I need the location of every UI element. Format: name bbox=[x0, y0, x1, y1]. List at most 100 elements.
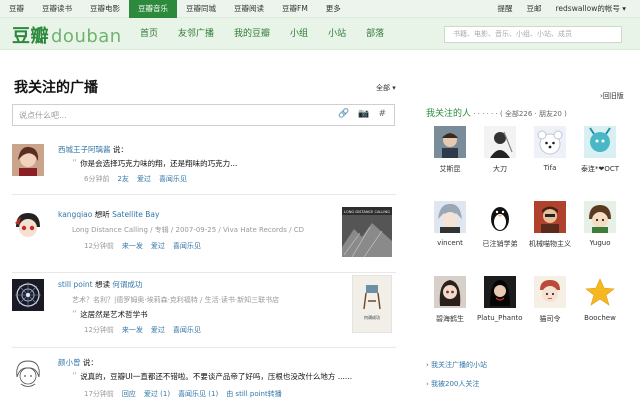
album-cover-title: LONG DISTANCE CALLING bbox=[344, 210, 390, 214]
album-cover[interactable]: LONG DISTANCE CALLING bbox=[342, 207, 392, 257]
topnav-movie[interactable]: 豆瓣电影 bbox=[81, 0, 129, 18]
user-avatar bbox=[484, 201, 516, 233]
camera-icon[interactable]: 📷 bbox=[358, 109, 369, 119]
reply-link[interactable]: 回应 bbox=[122, 389, 136, 399]
status-quote-text: 说真的，豆瓣UI一直都还不错啦。不要谈产品帝了好吗，压根也没改什么地方 ....… bbox=[80, 372, 353, 381]
nav-sites[interactable]: 小站 bbox=[318, 18, 356, 50]
following-user[interactable]: Tifa bbox=[527, 126, 573, 172]
followers-link[interactable]: › 我被200人关注 bbox=[426, 379, 479, 389]
quote-mark-icon: “ bbox=[72, 158, 78, 169]
topnav-fm[interactable]: 豆瓣FM bbox=[273, 0, 317, 18]
status-header: still point 想读 何谓成功 bbox=[58, 279, 142, 290]
topic-icon[interactable]: # bbox=[378, 109, 386, 119]
status-object-link[interactable]: Satellite Bay bbox=[112, 210, 159, 219]
mail-link[interactable]: 豆邮 bbox=[527, 0, 542, 18]
douban-logo[interactable]: 豆瓣 douban bbox=[12, 22, 122, 48]
share-link[interactable]: 喜闻乐见 bbox=[159, 174, 187, 184]
status-verb: 想听 bbox=[94, 210, 110, 219]
nav-my-douban[interactable]: 我的豆瓣 bbox=[224, 18, 280, 50]
following-name: Boochew bbox=[584, 314, 616, 322]
user-avatar bbox=[534, 126, 566, 158]
post-input[interactable]: 说点什么吧... 🔗 📷 # bbox=[12, 104, 395, 126]
reply-link[interactable]: 来一发 bbox=[122, 325, 143, 335]
following-title: 我关注的人 · · · · · · ( 全部226 · 朋友20 ) bbox=[426, 106, 567, 119]
like-link[interactable]: 爱过 bbox=[151, 325, 165, 335]
site-switcher: 豆瓣 豆瓣读书 豆瓣电影 豆瓣音乐 豆瓣同城 豆瓣阅读 豆瓣FM 更多 bbox=[0, 0, 350, 18]
following-user[interactable]: 已注销学弟 bbox=[477, 201, 523, 249]
page-title: 我关注的广播 bbox=[14, 80, 98, 96]
following-user[interactable]: Boochew bbox=[577, 276, 623, 322]
following-name: 碧海鹤生 bbox=[436, 315, 464, 323]
nav-groups[interactable]: 小组 bbox=[280, 18, 318, 50]
account-menu: 提醒 豆邮 redswallow的帐号 ▾ bbox=[498, 0, 626, 18]
status-meta: Long Distance Calling / 专辑 / 2007-09-25 … bbox=[72, 226, 304, 234]
following-user[interactable]: 机械喵物主义 bbox=[527, 201, 573, 249]
status-time[interactable]: 12分钟前 bbox=[84, 241, 114, 251]
status-time[interactable]: 6分钟前 bbox=[84, 174, 109, 184]
user-avatar bbox=[434, 126, 466, 158]
following-user[interactable]: Platu_Phantom bbox=[477, 276, 523, 322]
following-count[interactable]: ( 全部226 · 朋友20 ) bbox=[500, 110, 567, 118]
share-link[interactable]: 喜闻乐见 bbox=[173, 325, 201, 335]
following-user[interactable]: 猫司令 bbox=[527, 276, 573, 324]
status-user[interactable]: kangqiao bbox=[58, 210, 92, 219]
notifications-link[interactable]: 提醒 bbox=[498, 0, 513, 18]
share-link[interactable]: 喜闻乐见 (1) bbox=[178, 389, 218, 399]
divider bbox=[12, 194, 396, 195]
topnav-location[interactable]: 豆瓣同城 bbox=[177, 0, 225, 18]
reply-link[interactable]: 来一发 bbox=[122, 241, 143, 251]
quote-mark-icon: “ bbox=[72, 309, 78, 320]
reshared-by-link[interactable]: 由 still point转播 bbox=[226, 389, 282, 399]
nav-home[interactable]: 首页 bbox=[130, 18, 168, 50]
status-quote: “说真的，豆瓣UI一直都还不错啦。不要谈产品帝了好吗，压根也没改什么地方 ...… bbox=[72, 371, 352, 382]
status-user[interactable]: 西城王子阿璃酱 bbox=[58, 145, 111, 154]
old-version-link[interactable]: ›回旧版 bbox=[600, 91, 624, 101]
status-quote: “这居然是艺术哲学书 bbox=[72, 309, 148, 320]
share-link[interactable]: 喜闻乐见 bbox=[173, 241, 201, 251]
user-avatar[interactable] bbox=[12, 209, 44, 241]
following-heading: 我关注的人 bbox=[426, 109, 472, 119]
topnav-more[interactable]: 更多 bbox=[317, 0, 350, 18]
feed-filter-dropdown[interactable]: 全部 ▾ bbox=[376, 83, 416, 93]
account-dropdown[interactable]: redswallow的帐号 ▾ bbox=[556, 0, 626, 18]
link-icon[interactable]: 🔗 bbox=[338, 109, 349, 119]
sites-following-link[interactable]: › 我关注广播的小站 bbox=[426, 360, 487, 370]
logo-en: douban bbox=[51, 26, 122, 47]
reply-link[interactable]: 2友 bbox=[117, 174, 128, 184]
status-object-link[interactable]: 何谓成功 bbox=[112, 280, 142, 289]
like-link[interactable]: 爱过 bbox=[151, 241, 165, 251]
search-input[interactable]: 书籍、电影、音乐、小组、小站、成员 bbox=[444, 26, 622, 43]
status-time[interactable]: 12分钟前 bbox=[84, 325, 114, 335]
user-avatar[interactable] bbox=[12, 144, 44, 176]
following-user[interactable]: 大刀 bbox=[477, 126, 523, 174]
like-link[interactable]: 爱过 bbox=[137, 174, 151, 184]
like-link[interactable]: 爱过 (1) bbox=[144, 389, 170, 399]
following-user[interactable]: 泰连*❤OCT bbox=[577, 126, 623, 174]
following-user[interactable]: Yuguo bbox=[577, 201, 623, 247]
topnav-music[interactable]: 豆瓣音乐 bbox=[129, 0, 177, 18]
topnav-douban[interactable]: 豆瓣 bbox=[0, 0, 33, 18]
site-header: 豆瓣 douban 首页 友邻广播 我的豆瓣 小组 小站 部落 书籍、电影、音乐、… bbox=[0, 18, 640, 50]
status-time[interactable]: 17分钟前 bbox=[84, 389, 114, 399]
topnav-book[interactable]: 豆瓣读书 bbox=[33, 0, 81, 18]
following-name: 已注销学弟 bbox=[482, 240, 518, 248]
status-header: 颜小曾 说： bbox=[58, 357, 98, 368]
user-avatar bbox=[584, 201, 616, 233]
topnav-read[interactable]: 豆瓣阅读 bbox=[225, 0, 273, 18]
status-user[interactable]: still point bbox=[58, 280, 93, 289]
status-user[interactable]: 颜小曾 bbox=[58, 358, 81, 367]
status-header: kangqiao 想听 Satellite Bay bbox=[58, 209, 159, 220]
following-user[interactable]: 碧海鹤生 bbox=[427, 276, 473, 324]
book-cover[interactable]: 何谓成功 bbox=[352, 275, 392, 333]
following-user[interactable]: vincent bbox=[427, 201, 473, 247]
following-dots: · · · · · · bbox=[471, 110, 500, 118]
user-avatar[interactable] bbox=[12, 357, 44, 389]
status-verb: 想读 bbox=[95, 280, 111, 289]
user-avatar[interactable] bbox=[12, 279, 44, 311]
nav-broadcast[interactable]: 友邻广播 bbox=[168, 18, 224, 50]
following-user[interactable]: 艾斯昆 bbox=[427, 126, 473, 174]
status-actions: 6分钟前 2友 爱过 喜闻乐见 bbox=[84, 174, 187, 184]
main-area: 我关注的广播 全部 ▾ 说点什么吧... 🔗 📷 # 西城王子阿璃酱 说： “你… bbox=[0, 51, 640, 400]
nav-tribes[interactable]: 部落 bbox=[356, 18, 394, 50]
status-verb: 说： bbox=[82, 358, 98, 367]
